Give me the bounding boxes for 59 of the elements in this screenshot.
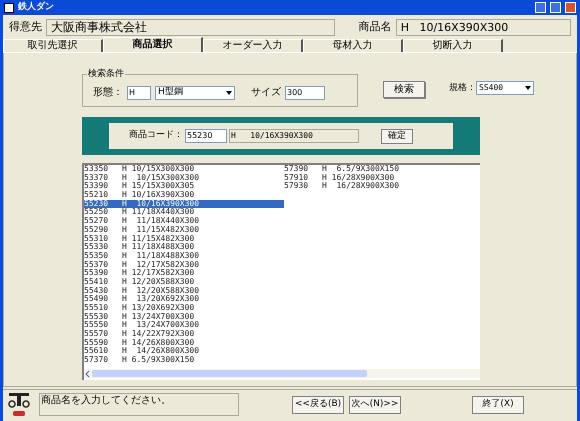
field-label: 商品コード：	[129, 129, 183, 142]
tab[interactable]: 切断入力	[403, 39, 503, 52]
app-icon	[4, 2, 14, 12]
list-item[interactable]: 53390 H 15/15X300X305	[84, 182, 284, 192]
minimize-button[interactable]	[535, 2, 546, 13]
list-item[interactable]: 53350 H 10/15X300X300	[84, 165, 284, 174]
tab[interactable]: オーダー入力	[203, 39, 303, 52]
tab[interactable]: 取引先選択	[3, 39, 103, 52]
horizontal-scrollbar[interactable]	[84, 369, 480, 378]
list-item[interactable]: 57390 H 6.5/9X300X150	[284, 165, 482, 174]
nav-button[interactable]: 次へ(N)>>	[349, 396, 401, 414]
list-item[interactable]: 55510 H 13/20X692X300	[84, 304, 284, 313]
list-item[interactable]: 55390 H 12/17X582X300	[84, 269, 284, 278]
close-button[interactable]	[565, 2, 576, 13]
scroll-left-icon[interactable]	[84, 370, 92, 378]
product-name-display: H 10/16X390X300	[229, 129, 359, 143]
shape-code-field[interactable]: H	[127, 86, 151, 100]
field-label: 商品名	[358, 18, 392, 35]
list-item[interactable]: 55210 H 10/16X390X300	[84, 191, 284, 200]
list-item[interactable]: 57370 H 6.5/9X300X150	[84, 356, 284, 365]
nav-button[interactable]: <<戻る(B)	[292, 396, 344, 414]
customer-field[interactable]: 大阪商事株式会社	[46, 18, 335, 36]
field-label: 規格：	[449, 82, 476, 95]
list-item[interactable]: 55290 H 11/15X482X300	[84, 226, 284, 234]
list-item[interactable]: 55270 H 11/18X440X300	[84, 217, 284, 226]
list-item[interactable]: 55590 H 14/26X800X300	[84, 338, 284, 348]
list-item[interactable]: 55330 H 11/18X488X300	[84, 243, 284, 252]
list-item[interactable]: 55490 H 13/20X692X300	[84, 295, 284, 304]
list-item[interactable]: 55530 H 13/24X700X300	[84, 312, 284, 322]
list-item[interactable]: 55350 H 11/18X488X300	[84, 252, 284, 261]
list-item[interactable]: 57930 H 16/28X900X300	[284, 182, 482, 192]
maximize-button[interactable]	[550, 2, 561, 13]
status-message: 商品名を入力してください。	[39, 393, 239, 416]
list-item[interactable]: 55230 H 10/16X390X300	[84, 200, 284, 208]
list-item[interactable]: 55310 H 11/15X482X300	[84, 234, 284, 244]
tab[interactable]: 商品選択	[103, 37, 203, 52]
shape-dropdown[interactable]: H型鋼	[155, 86, 235, 100]
field-label: 形態：	[93, 86, 123, 100]
size-field[interactable]: 300	[285, 86, 325, 100]
list-item[interactable]: 57910 H 16/28X900X300	[284, 174, 482, 182]
list-item[interactable]: 55430 H 12/20X588X300	[84, 286, 284, 296]
field-label: サイズ	[251, 86, 281, 100]
list-item[interactable]: 53370 H 10/15X300X300	[84, 174, 284, 182]
nav-button[interactable]: 終了(X)	[472, 396, 524, 414]
product-name-field[interactable]: H 10/16X390X300	[396, 18, 571, 36]
tab[interactable]: 母材入力	[303, 39, 403, 52]
search-button[interactable]: 検索	[383, 81, 425, 98]
list-item[interactable]: 55410 H 12/20X588X300	[84, 278, 284, 287]
grade-dropdown[interactable]: SS400	[476, 81, 534, 95]
list-item[interactable]: 55250 H 11/18X440X300	[84, 208, 284, 218]
list-item[interactable]: 55550 H 13/24X700X300	[84, 321, 284, 330]
confirm-button[interactable]: 確定	[381, 128, 413, 144]
scrollbar-thumb[interactable]	[92, 370, 367, 377]
list-item[interactable]: 55370 H 12/17X582X300	[84, 260, 284, 270]
window-title: 鉄人ダン	[18, 0, 54, 14]
field-label: 得意先	[9, 18, 42, 35]
list-item[interactable]: 55570 H 14/22X792X300	[84, 330, 284, 339]
product-code-field[interactable]: 55230	[185, 129, 227, 143]
list-item[interactable]: 55610 H 14/26X800X300	[84, 347, 284, 356]
